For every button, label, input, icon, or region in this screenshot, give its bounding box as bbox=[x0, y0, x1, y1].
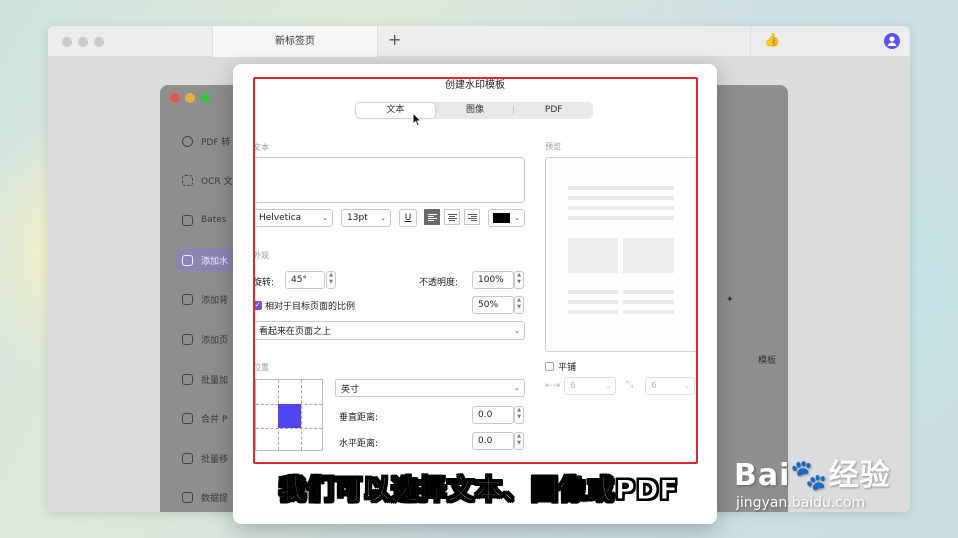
trash-icon bbox=[182, 452, 193, 464]
watermark-icon bbox=[182, 254, 193, 266]
scan-icon bbox=[182, 174, 193, 186]
sparkle-icon: ✦ bbox=[726, 295, 734, 305]
mouse-cursor-icon bbox=[412, 112, 422, 127]
bates-icon bbox=[182, 214, 193, 226]
thumbs-up-icon[interactable]: 👍 bbox=[764, 33, 780, 48]
watermark-url: jingyan.baidu.com bbox=[736, 495, 866, 511]
tab-bar: 新标签页 + 👍 bbox=[48, 26, 910, 57]
zoom-dot[interactable] bbox=[94, 37, 104, 47]
sidebar-item-label: PDF 转 bbox=[201, 137, 231, 148]
page-icon bbox=[182, 333, 193, 345]
tabbar-divider bbox=[750, 26, 751, 57]
merge-icon bbox=[182, 412, 193, 424]
app-minimize-dot[interactable] bbox=[185, 93, 195, 103]
sidebar-item-label: 批量移 bbox=[201, 454, 229, 465]
sidebar-item-label: 添加背 bbox=[201, 295, 229, 306]
app-zoom-dot[interactable] bbox=[200, 93, 210, 103]
template-label: 模板 bbox=[758, 356, 777, 366]
avatar[interactable] bbox=[884, 33, 900, 49]
user-icon bbox=[887, 36, 897, 46]
new-tab-icon[interactable]: + bbox=[388, 30, 401, 49]
close-dot[interactable] bbox=[62, 37, 72, 47]
refresh-icon bbox=[182, 135, 193, 147]
lock-icon bbox=[182, 373, 193, 385]
sidebar-item-label: 添加水 bbox=[201, 256, 229, 267]
window-controls bbox=[62, 37, 104, 47]
sidebar-item-label: 合并 P bbox=[201, 414, 228, 425]
watermark-brand: Bai🐾经验 bbox=[734, 458, 891, 493]
background-icon bbox=[182, 293, 193, 305]
baidu-watermark: Bai🐾经验 jingyan.baidu.com bbox=[734, 450, 891, 511]
tab-new-tab[interactable]: 新标签页 bbox=[212, 26, 378, 57]
highlight-frame bbox=[253, 77, 698, 464]
sidebar-item-label: Bates bbox=[201, 215, 227, 225]
sidebar-item-label: 添加页 bbox=[201, 335, 229, 346]
minimize-dot[interactable] bbox=[78, 37, 88, 47]
sidebar-item-label: OCR 文 bbox=[201, 176, 233, 187]
sidebar-item-label: 批量加 bbox=[201, 375, 229, 386]
app-close-dot[interactable] bbox=[170, 93, 180, 103]
